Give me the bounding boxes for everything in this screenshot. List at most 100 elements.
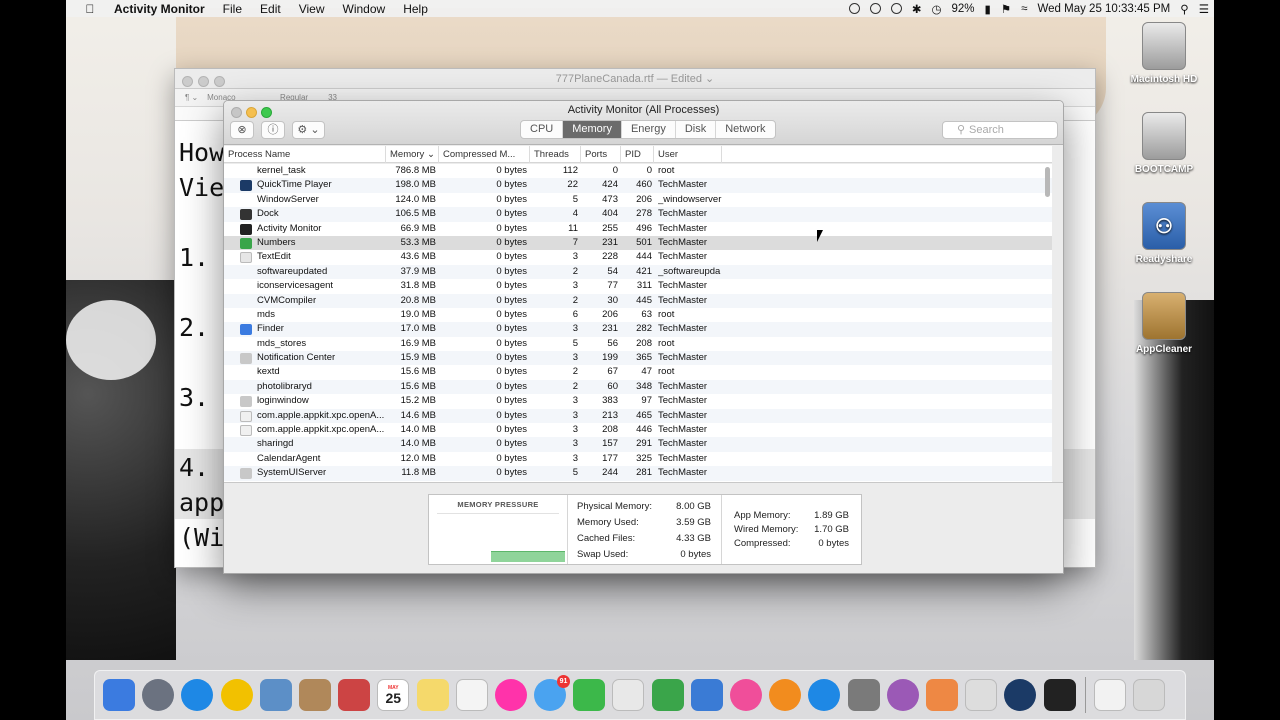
downloads-stack-icon[interactable] bbox=[1093, 679, 1126, 711]
app-store-icon[interactable] bbox=[808, 679, 841, 711]
messages-icon[interactable]: 91 bbox=[534, 675, 571, 711]
desktop-icon-readyshare[interactable]: ⚇ Readyshare bbox=[1119, 202, 1209, 265]
quicktime-icon[interactable] bbox=[1004, 679, 1037, 711]
vertical-scrollbar[interactable] bbox=[1043, 165, 1051, 481]
column-threads[interactable]: Threads bbox=[530, 146, 581, 163]
microsoft-office-icon[interactable] bbox=[925, 679, 958, 711]
table-row[interactable]: sharingd 14.0 MB 0 bytes 3 157 291 TechMaster bbox=[224, 437, 1052, 452]
flag-icon[interactable]: ⚑ bbox=[1001, 2, 1011, 16]
itunes-icon[interactable] bbox=[730, 679, 762, 711]
status-icon[interactable] bbox=[869, 2, 881, 15]
stat-label: App Memory: bbox=[734, 510, 791, 521]
search-field[interactable]: ⚲ Search bbox=[942, 121, 1058, 139]
tab-network[interactable]: Network bbox=[716, 121, 774, 138]
record-icon[interactable] bbox=[848, 2, 860, 15]
memory-used-value: 3.59 GB bbox=[676, 517, 711, 528]
table-row[interactable]: WindowServer 124.0 MB 0 bytes 5 473 206 _windo… bbox=[224, 193, 1052, 207]
ibooks-icon[interactable] bbox=[769, 679, 802, 711]
trash-icon[interactable] bbox=[1132, 679, 1165, 711]
tab-disk[interactable]: Disk bbox=[676, 121, 717, 138]
script-editor-icon[interactable] bbox=[965, 679, 998, 711]
doc-line: How bbox=[179, 138, 225, 167]
do-not-disturb-icon[interactable] bbox=[890, 2, 902, 15]
table-row[interactable]: kernel_task 786.8 MB 0 bytes 112 0 0 root bbox=[224, 164, 1052, 178]
launchpad-icon[interactable] bbox=[142, 679, 175, 711]
table-row[interactable]: QuickTime Player 198.0 MB 0 bytes 22 424 460 T… bbox=[224, 178, 1052, 193]
textedit-titlebar[interactable]: 777PlaneCanada.rtf — Edited ⌄ bbox=[175, 69, 1095, 89]
menu-file[interactable]: File bbox=[223, 2, 242, 16]
am-toolbar[interactable]: Activity Monitor (All Processes) ⊗ ⓘ ⚙ ⌄… bbox=[224, 101, 1063, 145]
table-row[interactable]: SystemUIServer 11.8 MB 0 bytes 5 244 281 TechM… bbox=[224, 466, 1052, 481]
column-user[interactable]: User bbox=[654, 146, 722, 163]
preview-icon[interactable] bbox=[259, 679, 292, 711]
tab-cpu[interactable]: CPU bbox=[521, 121, 564, 138]
table-row[interactable]: Numbers 53.3 MB 0 bytes 7 231 501 TechMaster bbox=[224, 235, 1052, 251]
column-pid[interactable]: PID bbox=[621, 146, 654, 163]
table-row[interactable]: TextEdit 43.6 MB 0 bytes 3 228 444 TechMaster bbox=[224, 250, 1052, 264]
numbers-icon[interactable] bbox=[651, 679, 684, 711]
clock[interactable]: Wed May 25 10:33:45 PM bbox=[1038, 3, 1171, 15]
chrome-icon[interactable] bbox=[220, 679, 253, 711]
table-row[interactable]: CalendarAgent 12.0 MB 0 bytes 3 177 325 TechMa… bbox=[224, 452, 1052, 466]
keynote-icon[interactable] bbox=[690, 679, 723, 711]
bluetooth-icon[interactable]: ✱ bbox=[912, 2, 922, 16]
column-memory[interactable]: Memory ⌄ bbox=[386, 146, 439, 163]
scroll-thumb[interactable] bbox=[1045, 167, 1050, 197]
tab-memory[interactable]: Memory bbox=[563, 121, 622, 138]
table-row[interactable]: mds 19.0 MB 0 bytes 6 206 63 root bbox=[224, 308, 1052, 322]
notification-center-icon[interactable]: ☰ bbox=[1199, 2, 1209, 16]
table-row[interactable]: com.apple.appkit.xpc.openA... 14.6 MB 0 by… bbox=[224, 408, 1052, 424]
facetime-icon[interactable] bbox=[573, 679, 606, 711]
battery-icon[interactable]: ▮ bbox=[985, 2, 991, 16]
safari-icon[interactable] bbox=[181, 679, 214, 711]
table-row[interactable]: loginwindow 15.2 MB 0 bytes 3 383 97 TechMaste… bbox=[224, 394, 1052, 408]
menu-view[interactable]: View bbox=[299, 2, 325, 16]
table-row[interactable]: Finder 17.0 MB 0 bytes 3 231 282 TechMaster bbox=[224, 322, 1052, 337]
menu-help[interactable]: Help bbox=[403, 2, 428, 16]
notes-icon[interactable] bbox=[416, 679, 449, 711]
finder-icon[interactable] bbox=[103, 679, 135, 711]
table-row[interactable]: softwareupdated 37.9 MB 0 bytes 2 54 421 _soft… bbox=[224, 264, 1052, 280]
column-ports[interactable]: Ports bbox=[581, 146, 621, 163]
table-row[interactable]: Activity Monitor 66.9 MB 0 bytes 11 255 496 Te… bbox=[224, 222, 1052, 236]
activity-monitor-icon[interactable] bbox=[1043, 679, 1076, 711]
inspect-process-button[interactable]: ⓘ bbox=[261, 121, 285, 139]
calendar-icon[interactable]: MAY 25 bbox=[377, 679, 410, 711]
reminders-icon[interactable] bbox=[455, 679, 488, 711]
paragraph-style-menu[interactable]: ¶ ⌄ bbox=[185, 93, 198, 102]
purple-app-icon[interactable] bbox=[886, 679, 919, 711]
app-menu[interactable]: Activity Monitor bbox=[114, 2, 205, 16]
textedit-icon[interactable] bbox=[612, 679, 645, 711]
battery-percent[interactable]: 92% bbox=[952, 3, 975, 15]
column-process-name[interactable]: Process Name bbox=[224, 146, 386, 163]
table-row[interactable]: kextd 15.6 MB 0 bytes 2 67 47 root bbox=[224, 365, 1052, 379]
menu-window[interactable]: Window bbox=[343, 2, 386, 16]
document-body[interactable]: How Vie 1. 2. 3. 4. app (Wi bbox=[179, 135, 224, 555]
column-compressed-memory[interactable]: Compressed M... bbox=[439, 146, 530, 163]
table-row[interactable]: Dock 106.5 MB 0 bytes 4 404 278 TechMaster bbox=[224, 207, 1052, 222]
photos-icon[interactable] bbox=[494, 679, 527, 711]
desktop-icon-appcleaner[interactable]: AppCleaner bbox=[1119, 292, 1209, 355]
spotlight-icon[interactable]: ⚲ bbox=[1180, 2, 1188, 16]
quit-process-button[interactable]: ⊗ bbox=[230, 121, 254, 139]
table-row[interactable]: CVMCompiler 20.8 MB 0 bytes 2 30 445 TechMaste… bbox=[224, 293, 1052, 308]
apple-menu-icon[interactable]:  bbox=[78, 2, 102, 16]
desktop-icon-macintosh-hd[interactable]: Macintosh HD bbox=[1119, 22, 1209, 85]
minimize-button[interactable] bbox=[198, 76, 209, 87]
table-row[interactable]: mds_stores 16.9 MB 0 bytes 5 56 208 root bbox=[224, 337, 1052, 351]
time-machine-icon[interactable]: ◷ bbox=[931, 2, 941, 16]
table-row[interactable]: Notification Center 15.9 MB 0 bytes 3 199 365… bbox=[224, 351, 1052, 366]
gear-menu-button[interactable]: ⚙ ⌄ bbox=[292, 121, 325, 139]
menu-edit[interactable]: Edit bbox=[260, 2, 281, 16]
system-preferences-icon[interactable] bbox=[847, 679, 880, 711]
close-button[interactable] bbox=[182, 76, 193, 87]
tab-energy[interactable]: Energy bbox=[622, 121, 676, 138]
desktop-icon-bootcamp[interactable]: BOOTCAMP bbox=[1119, 112, 1209, 175]
table-row[interactable]: iconservicesagent 31.8 MB 0 bytes 3 77 311 Tec… bbox=[224, 279, 1052, 293]
table-row[interactable]: photolibraryd 15.6 MB 0 bytes 2 60 348 TechMas… bbox=[224, 379, 1052, 395]
wifi-icon[interactable]: ≈ bbox=[1021, 3, 1027, 15]
table-row[interactable]: com.apple.appkit.xpc.openA... 14.0 MB 0 by… bbox=[224, 423, 1052, 437]
zoom-button[interactable] bbox=[214, 76, 225, 87]
contacts-icon[interactable] bbox=[298, 679, 331, 711]
photo-booth-icon[interactable] bbox=[338, 679, 371, 711]
